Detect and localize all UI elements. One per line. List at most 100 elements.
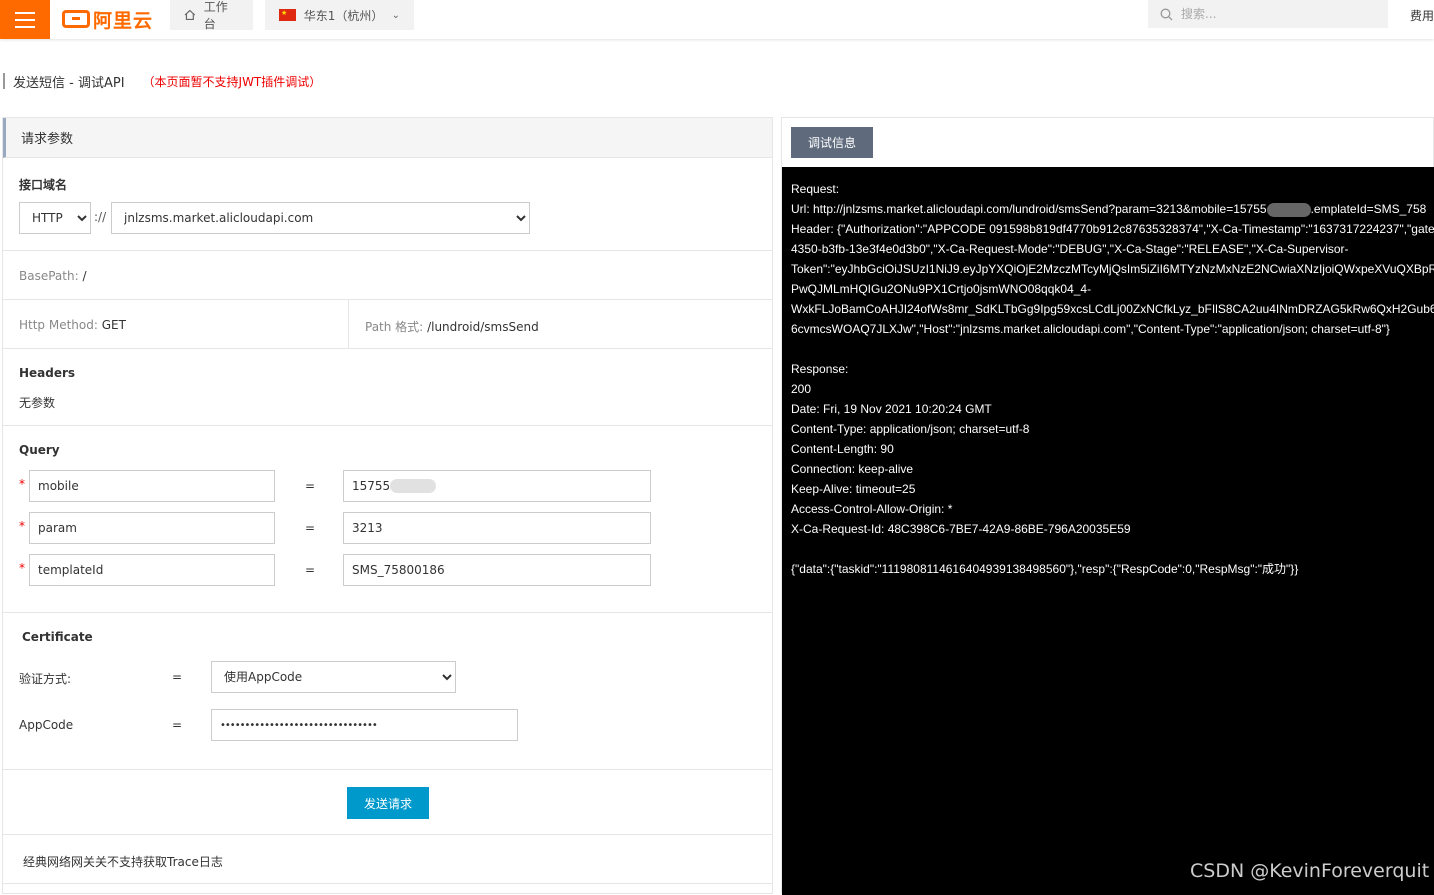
query-name-mobile[interactable] — [29, 470, 275, 502]
equals-sign: = — [305, 479, 316, 493]
search-box[interactable] — [1148, 0, 1388, 28]
query-name-templateid[interactable] — [29, 554, 275, 586]
console-line: Keep-Alive: timeout=25 — [791, 482, 916, 496]
query-value-mobile[interactable]: 15755 — [343, 470, 651, 502]
top-navigation-bar: 阿里云 工作台 华东1（杭州） ⌄ 费用 — [0, 0, 1434, 39]
headers-value: 无参数 — [19, 396, 56, 410]
console-line: Response: — [791, 362, 849, 376]
console-line: Connection: keep-alive — [791, 462, 914, 476]
trace-note: 经典网络网关关不支持获取Trace日志 — [23, 855, 223, 869]
workbench-label: 工作台 — [203, 0, 228, 31]
console-line: Token":"eyJhbGciOiJSUzI1NiJ9.eyJpYXQiOjE… — [791, 262, 1434, 276]
jwt-warning-note: （本页面暂不支持JWT插件调试） — [142, 74, 322, 89]
debug-info-panel: 调试信息 Request: Url: http://jnlzsms.market… — [781, 117, 1434, 895]
query-value-templateid[interactable] — [343, 554, 651, 586]
redaction-blur — [1266, 202, 1311, 217]
basepath-row: BasePath: / — [3, 251, 772, 300]
page-title: 发送短信 - 调试API （本页面暂不支持JWT插件调试） — [0, 72, 322, 91]
console-line: Content-Length: 90 — [791, 442, 894, 456]
redaction-blur — [390, 479, 437, 493]
region-selector[interactable]: 华东1（杭州） ⌄ — [265, 0, 414, 30]
csdn-watermark: CSDN @KevinForeverquit — [1190, 860, 1430, 882]
home-icon — [184, 9, 196, 20]
search-input[interactable] — [1181, 7, 1361, 21]
appcode-masked-value: •••••••••••••••••••••••••••••••• — [220, 719, 378, 731]
certificate-label: Certificate — [22, 630, 93, 644]
path-field: Path 格式: /lundroid/smsSend — [365, 318, 539, 335]
column-divider — [348, 300, 349, 348]
page-title-text: 发送短信 - 调试API — [13, 75, 125, 91]
query-label: Query — [19, 443, 60, 457]
title-accent-bar — [3, 73, 5, 89]
required-marker: * — [19, 477, 25, 491]
auth-method-label: 验证方式: — [19, 672, 72, 686]
equals-sign: = — [305, 563, 316, 577]
domain-label: 接口域名 — [19, 178, 68, 192]
query-value-param[interactable] — [343, 512, 651, 544]
console-line: 6cvmcsWOAQ7JLXJw","Host":"jnlzsms.market… — [791, 322, 1390, 336]
fee-menu-link[interactable]: 费用 — [1410, 7, 1434, 24]
console-line: 4350-b3fb-13e3f4e0d3b0","X-Ca-Request-Mo… — [791, 242, 1349, 256]
console-line: PwQJMLmHQIGu2ONu9PX1Crtjo0jsmWNO08qqk04_… — [791, 282, 1092, 296]
workbench-button[interactable]: 工作台 — [170, 0, 253, 31]
http-method-value: GET — [101, 318, 126, 332]
domain-section: 接口域名 HTTP :// jnlzsms.market.alicloudapi… — [3, 158, 772, 251]
http-method-field: Http Method: GET — [19, 318, 126, 332]
console-line: Date: Fri, 19 Nov 2021 10:20:24 GMT — [791, 402, 992, 416]
path-value: /lundroid/smsSend — [427, 320, 539, 334]
appcode-input[interactable]: •••••••••••••••••••••••••••••••• — [211, 709, 518, 741]
appcode-label: AppCode — [19, 718, 74, 732]
console-line: X-Ca-Request-Id: 48C398C6-7BE7-42A9-86BE… — [791, 522, 1131, 536]
menu-icon-line — [15, 11, 35, 14]
http-method-label: Http Method: — [19, 318, 98, 332]
equals-sign: = — [172, 670, 183, 684]
aliyun-logo[interactable]: 阿里云 — [62, 6, 153, 32]
logo-text: 阿里云 — [93, 9, 154, 32]
query-name-param[interactable] — [29, 512, 275, 544]
console-url-suffix: .emplateId=SMS_758 — [1310, 202, 1427, 216]
protocol-select[interactable]: HTTP — [19, 202, 91, 234]
send-request-button[interactable]: 发送请求 — [347, 787, 429, 819]
china-flag-icon — [279, 9, 296, 21]
method-path-row: Http Method: GET Path 格式: /lundroid/smsS… — [3, 300, 772, 349]
console-line: 200 — [791, 382, 812, 396]
query-section: Query * = 15755 * = * = — [3, 426, 772, 613]
debug-console-output: Request: Url: http://jnlzsms.market.alic… — [782, 167, 1434, 895]
headers-label: Headers — [19, 366, 76, 380]
auth-method-select[interactable]: 使用AppCode — [211, 661, 456, 693]
request-params-header: 请求参数 — [3, 118, 772, 158]
basepath-field: BasePath: / — [19, 269, 87, 283]
console-line: WxkFLJoBamCoAHJI24ofWs8mr_SdKLTbGg9Ipg59… — [791, 302, 1434, 316]
hamburger-menu-button[interactable] — [0, 0, 50, 39]
path-label: Path 格式: — [365, 320, 424, 334]
basepath-label: BasePath: — [19, 269, 79, 283]
trace-note-row: 经典网络网关关不支持获取Trace日志 — [3, 835, 772, 884]
domain-select[interactable]: jnlzsms.market.alicloudapi.com — [111, 202, 530, 234]
search-icon — [1160, 8, 1173, 20]
send-section: 发送请求 — [3, 770, 772, 835]
equals-sign: = — [305, 521, 316, 535]
certificate-section: Certificate 验证方式: = 使用AppCode AppCode = … — [3, 613, 772, 770]
region-label: 华东1（杭州） — [303, 8, 384, 23]
console-line: Header: {"Authorization":"APPCODE 091598… — [791, 222, 1434, 236]
console-line: Request: — [791, 182, 840, 196]
equals-sign: = — [172, 718, 183, 732]
basepath-value: / — [82, 269, 87, 283]
headers-section: Headers 无参数 — [3, 349, 772, 426]
console-line: Access-Control-Allow-Origin: * — [791, 502, 953, 516]
protocol-separator: :// — [94, 210, 107, 224]
menu-icon-line — [15, 25, 35, 28]
aliyun-logo-icon — [62, 10, 90, 28]
console-line: Content-Type: application/json; charset=… — [791, 422, 1030, 436]
console-url-text: Url: http://jnlzsms.market.alicloudapi.c… — [791, 202, 1267, 216]
request-params-panel: 请求参数 接口域名 HTTP :// jnlzsms.market.aliclo… — [2, 117, 773, 894]
console-line: {"data":{"taskid":"111980811461640493913… — [791, 562, 1299, 576]
tab-debug-info[interactable]: 调试信息 — [791, 127, 873, 158]
required-marker: * — [19, 561, 25, 575]
mobile-value-text: 15755 — [352, 479, 391, 493]
console-line: Url: http://jnlzsms.market.alicloudapi.c… — [791, 199, 1434, 219]
required-marker: * — [19, 519, 25, 533]
chevron-down-icon: ⌄ — [391, 9, 400, 21]
